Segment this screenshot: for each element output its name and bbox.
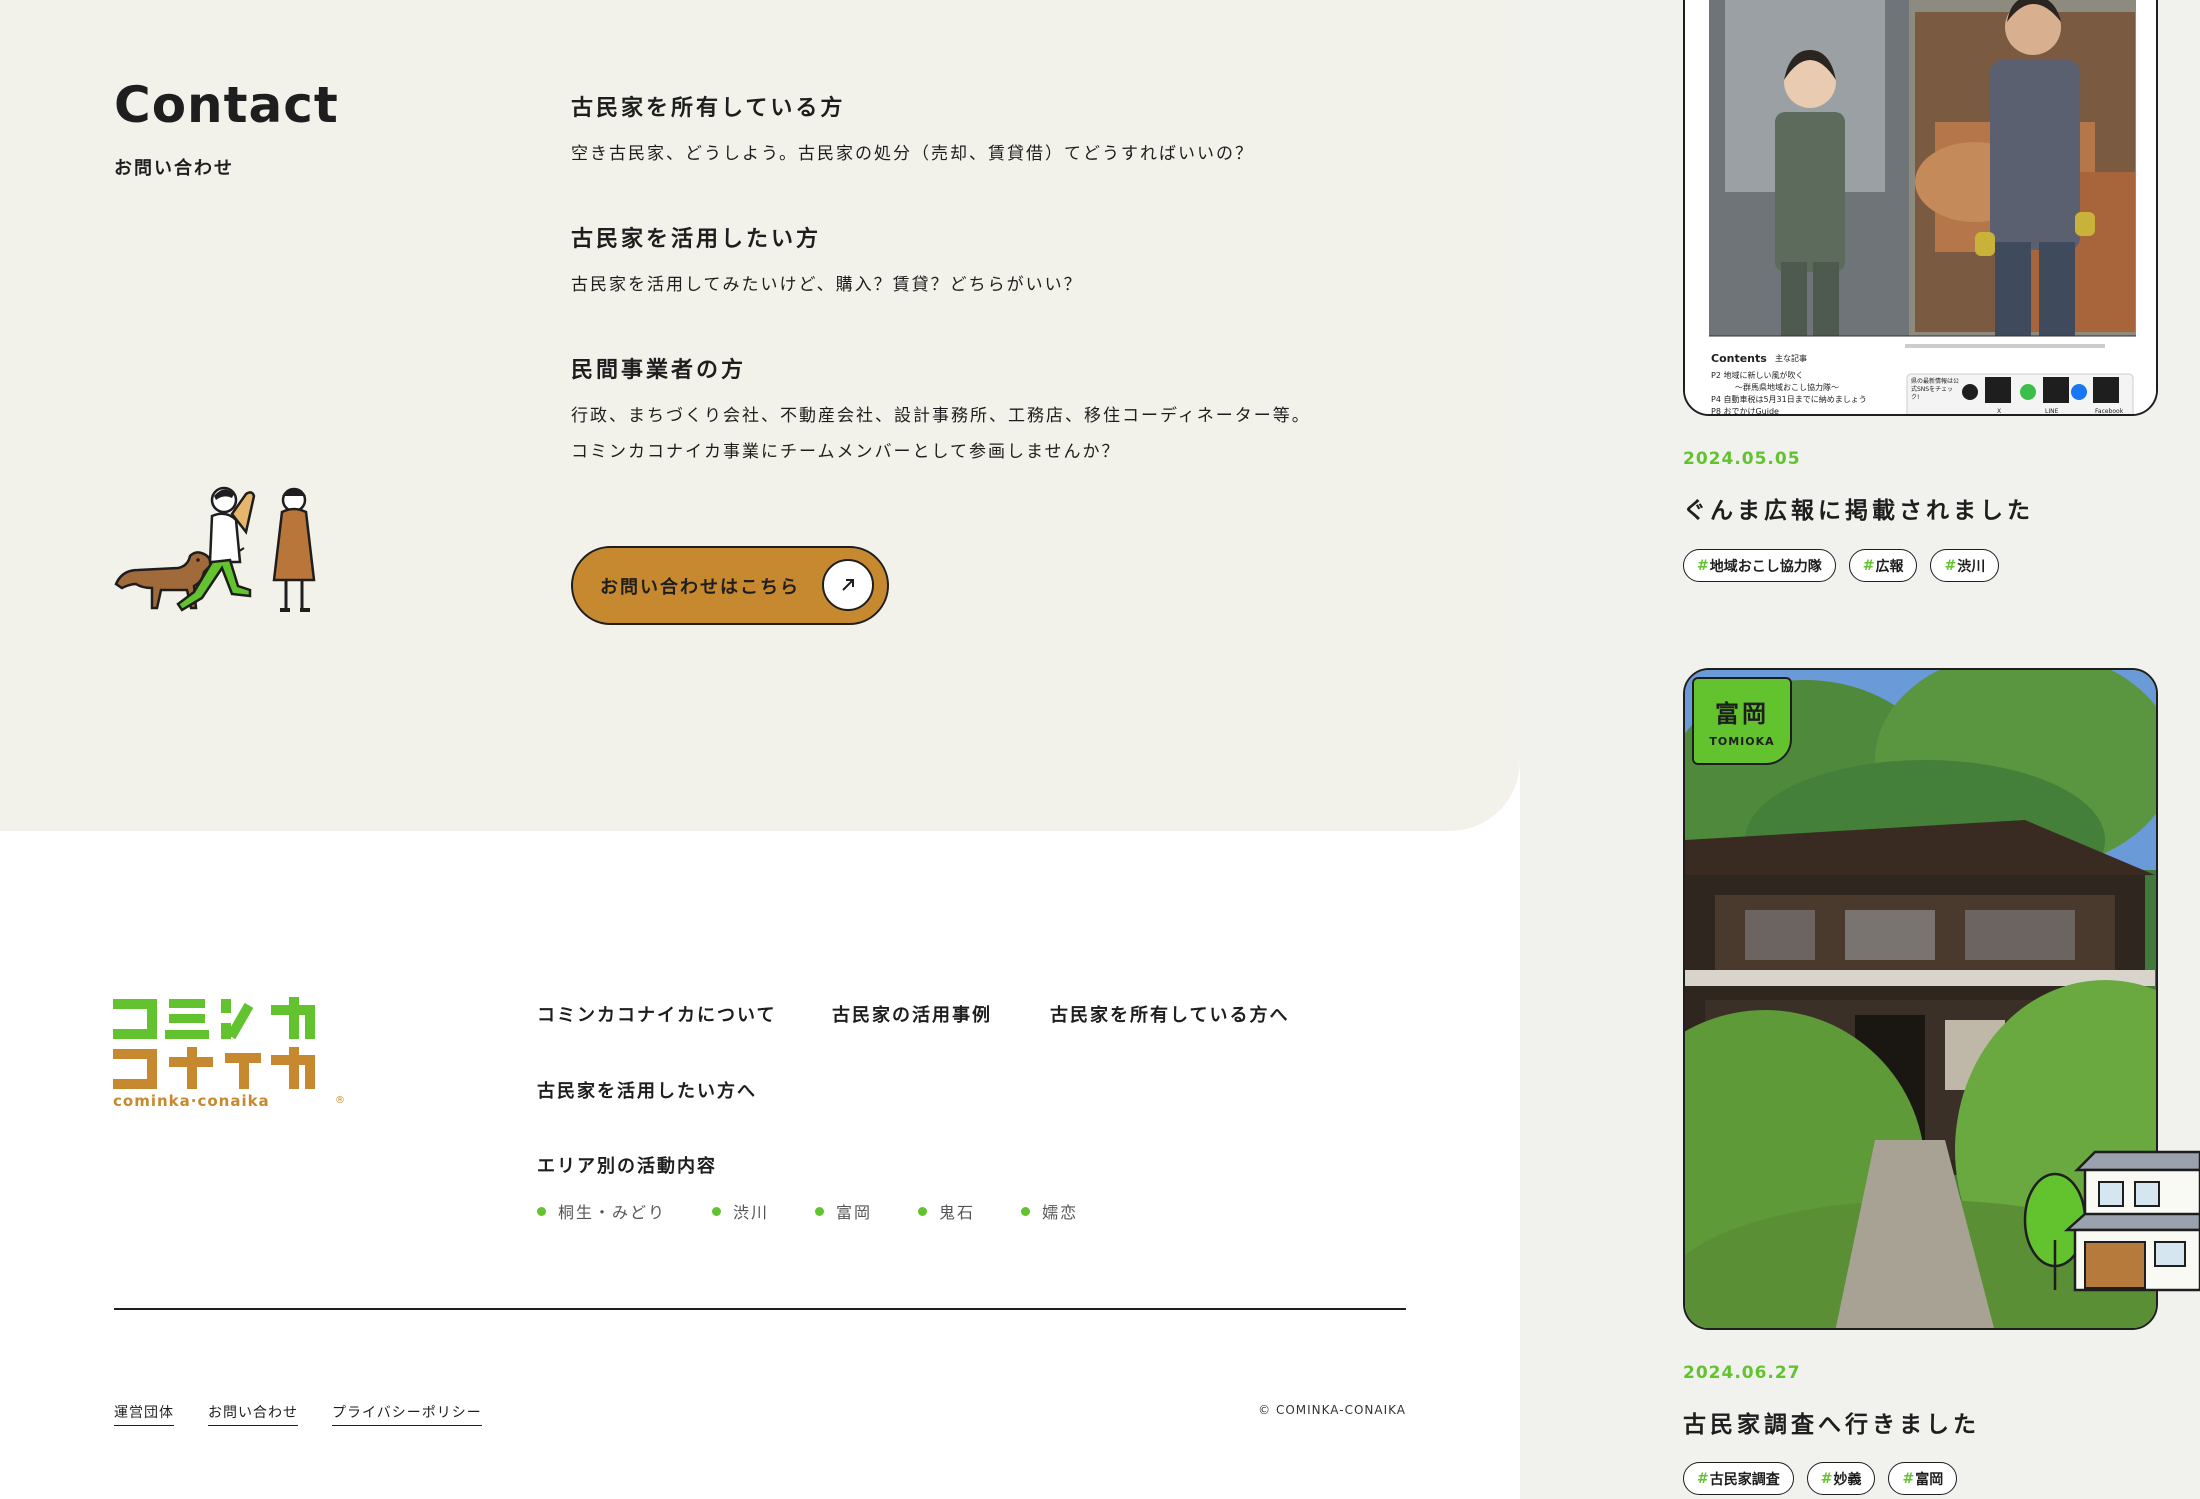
magazine-contents-label: Contents (1711, 352, 1767, 365)
line-icon: LINE (2045, 408, 2059, 415)
tag-chiiki-okoshi[interactable]: # 地域おこし協力隊 (1683, 549, 1836, 582)
x-icon: X (1997, 408, 2002, 415)
logo-roman: cominka·conaika (113, 1092, 270, 1110)
footer-link-cases[interactable]: 古民家の活用事例 (832, 1001, 992, 1027)
target-owner-desc: 空き古民家、どうしよう。古民家の処分（売却、賃貸借）てどうすればいいの？ (571, 136, 1371, 172)
tag-label: 広報 (1875, 558, 1904, 575)
target-user: 古民家を活用したい方 古民家を活用してみたいけど、購入？賃貸？どちらがいい？ (571, 221, 1371, 303)
bullet-dot-icon (712, 1206, 722, 1216)
target-user-desc: 古民家を活用してみたいけど、購入？賃貸？どちらがいい？ (571, 267, 1371, 303)
contact-button-label: お問い合わせはこちら (600, 576, 800, 598)
area-link-tomioka[interactable]: 富岡 (815, 1199, 872, 1223)
bullet-dot-icon (1021, 1206, 1031, 1216)
tag-label: 妙義 (1833, 1471, 1862, 1488)
logo-registered-mark: ® (335, 1095, 345, 1106)
bullet-dot-icon (918, 1206, 928, 1216)
tag-tomioka[interactable]: # 富岡 (1888, 1462, 1958, 1495)
hash-icon: # (1944, 557, 1957, 574)
tag-shibukawa[interactable]: # 渋川 (1930, 549, 2000, 582)
hash-icon: # (1862, 557, 1875, 574)
area-heading: エリア別の活動内容 (537, 1156, 717, 1177)
tag-label: 古民家調査 (1709, 1471, 1780, 1488)
magazine-sns-note: 県の最新情報は公式SNSをチェック! (1911, 378, 1960, 401)
area-link-onishi[interactable]: 鬼石 (918, 1199, 975, 1223)
area-link-kiryu-midori[interactable]: 桐生・みどり (537, 1199, 666, 1223)
site-logo[interactable]: cominka·conaika ® (113, 997, 345, 1112)
bullet-dot-icon (537, 1206, 546, 1216)
news-tags-1: # 地域おこし協力隊 # 広報 # 渋川 (1683, 549, 2012, 582)
area-badge-roman: TOMIOKA (1709, 735, 1775, 748)
target-business-desc-line-2: コミンカコナイカ事業にチームメンバーとして参画しませんか？ (571, 442, 1121, 462)
news-date-2: 2024.06.27 (1683, 1363, 1801, 1383)
bullet-dot-icon (815, 1206, 825, 1216)
target-owner-desc-line: 空き古民家、どうしよう。古民家の処分（売却、賃貸借）てどうすればいいの？ (571, 144, 1254, 164)
area-label: 桐生・みどり (558, 1203, 667, 1222)
tag-label: 富岡 (1915, 1471, 1944, 1488)
magazine-contents-line: P2 地域に新しい風が吹く (1711, 371, 1804, 380)
facebook-icon: Facebook (2095, 408, 2124, 415)
legal-link-privacy[interactable]: プライバシーポリシー (332, 1402, 482, 1426)
contact-subheading: お問い合わせ (114, 158, 234, 179)
area-list: 桐生・みどり 渋川 富岡 鬼石 嬬恋 (537, 1199, 1124, 1223)
area-badge-tomioka: 富岡 TOMIOKA (1692, 677, 1792, 765)
target-user-title: 古民家を活用したい方 (571, 227, 822, 252)
target-business-desc-line-1: 行政、まちづくり会社、不動産会社、設計事務所、工務店、移住コーディネーター等。 (571, 406, 1311, 426)
legal-link-organization[interactable]: 運営団体 (114, 1402, 174, 1426)
hash-icon: # (1697, 557, 1709, 574)
target-business: 民間事業者の方 行政、まちづくり会社、不動産会社、設計事務所、工務店、移住コーデ… (571, 352, 1371, 470)
area-badge-label: 富岡 (1715, 700, 1769, 728)
target-owner: 古民家を所有している方 空き古民家、どうしよう。古民家の処分（売却、賃貸借）てど… (571, 90, 1371, 172)
contact-section: Contact お問い合わせ 古民家を所有している方 空き古民家、どうしよう。古… (0, 0, 1520, 831)
legal-link-contact[interactable]: お問い合わせ (208, 1402, 298, 1426)
hash-icon: # (1820, 1470, 1833, 1487)
footer-divider (114, 1308, 1406, 1310)
contact-button[interactable]: お問い合わせはこちら (571, 546, 889, 625)
news-title-1[interactable]: ぐんま広報に掲載されました (1683, 491, 2034, 525)
tag-koho[interactable]: # 広報 (1848, 549, 1918, 582)
area-label: 渋川 (733, 1203, 770, 1222)
legal-links: 運営団体 お問い合わせ プライバシーポリシー (114, 1402, 516, 1426)
news-tags-2: # 古民家調査 # 妙義 # 富岡 (1683, 1462, 1970, 1495)
tag-label: 地域おこし協力隊 (1709, 558, 1822, 575)
magazine-contents-line: 〜群馬県地域おこし協力隊〜 (1735, 383, 1839, 392)
area-label: 鬼石 (939, 1203, 976, 1222)
copyright: © COMINKA-CONAIKA (1258, 1403, 1406, 1417)
news-title-2[interactable]: 古民家調査へ行きました (1683, 1405, 1980, 1439)
hash-icon: # (1902, 1470, 1915, 1487)
tag-label: 渋川 (1957, 558, 1986, 575)
area-link-tsumagoi[interactable]: 嬬恋 (1021, 1199, 1078, 1223)
area-label: 嬬恋 (1042, 1203, 1079, 1222)
magazine-contents-sub: 主な記事 (1775, 354, 1807, 363)
footer-link-owners[interactable]: 古民家を所有している方へ (1050, 1001, 1289, 1027)
target-owner-title: 古民家を所有している方 (571, 96, 846, 121)
news-date-1: 2024.05.05 (1683, 449, 1801, 469)
arrow-up-right-icon (822, 559, 874, 611)
walking-people-illustration (114, 486, 316, 612)
target-user-desc-line: 古民家を活用してみたいけど、購入？賃貸？どちらがいい？ (571, 275, 1083, 295)
magazine-contents-line: P8 おでかけGuide (1711, 407, 1779, 416)
target-business-desc: 行政、まちづくり会社、不動産会社、設計事務所、工務店、移住コーディネーター等。 … (571, 398, 1371, 470)
area-label: 富岡 (836, 1203, 873, 1222)
tag-myogi[interactable]: # 妙義 (1806, 1462, 1876, 1495)
magazine-contents-line: P4 自動車税は5月31日までに納めましょう (1711, 395, 1867, 404)
contact-heading: Contact (114, 76, 339, 134)
news-card-image-1[interactable]: Contents 主な記事 P2 地域に新しい風が吹く 〜群馬県地域おこし協力隊… (1683, 0, 2158, 416)
area-link-shibukawa[interactable]: 渋川 (712, 1199, 769, 1223)
tag-kominka-chosa[interactable]: # 古民家調査 (1683, 1462, 1794, 1495)
footer-link-users[interactable]: 古民家を活用したい方へ (537, 1077, 757, 1103)
footer-link-about[interactable]: コミンカコナイカについて (537, 1001, 776, 1027)
hash-icon: # (1697, 1470, 1709, 1487)
house-illustration (2023, 1150, 2200, 1292)
target-business-title: 民間事業者の方 (571, 358, 747, 383)
